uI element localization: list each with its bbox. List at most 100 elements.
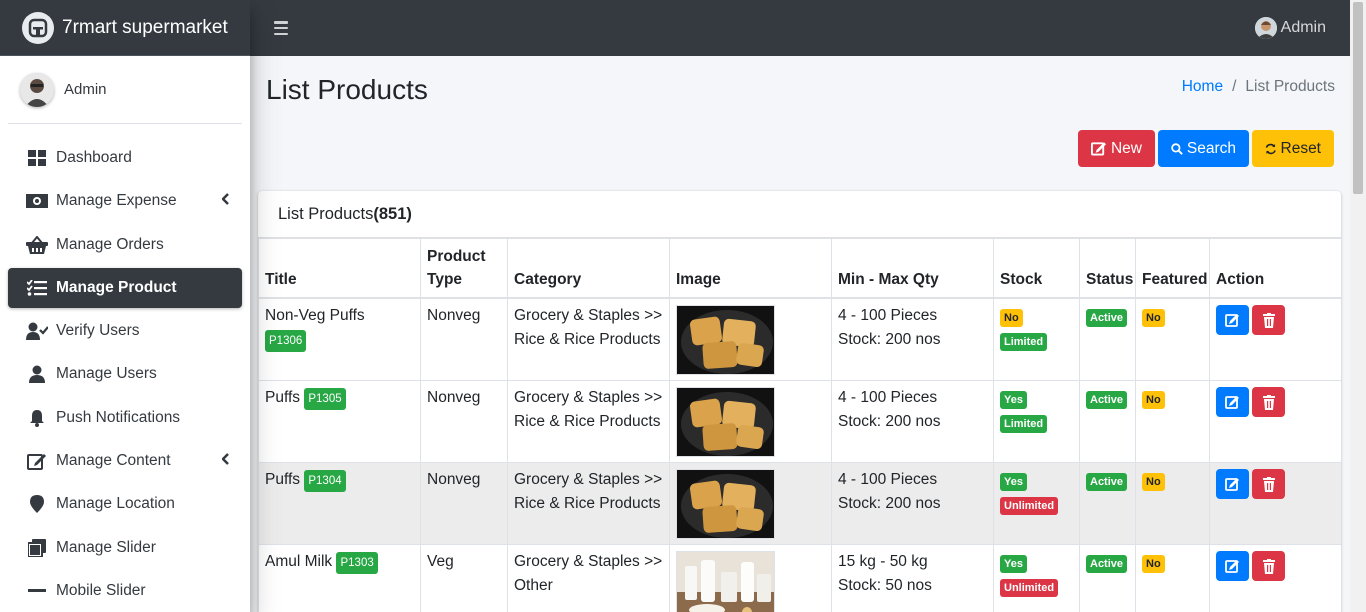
search-button-label: Search — [1186, 139, 1236, 157]
product-image[interactable] — [676, 387, 775, 457]
stock-flag-badge[interactable]: No — [1000, 309, 1023, 327]
reset-button[interactable]: Reset — [1252, 130, 1334, 167]
product-image[interactable] — [676, 469, 775, 539]
column-header[interactable]: Stock — [993, 238, 1080, 299]
sidebar-item-verify-users[interactable]: Verify Users — [8, 311, 242, 351]
category-leaf: Rice & Rice Products — [514, 413, 661, 430]
column-header[interactable]: Min - Max Qty — [831, 238, 994, 299]
image-cell — [669, 380, 832, 463]
basket-icon — [26, 234, 48, 256]
brand[interactable]: 7rmart supermarket — [0, 0, 250, 56]
title-cell: Puffs P1304 — [258, 462, 421, 545]
column-header[interactable]: Status — [1079, 238, 1136, 299]
category-leaf: Rice & Rice Products — [514, 495, 661, 512]
status-badge[interactable]: Active — [1086, 391, 1128, 409]
stock-cell: No Limited — [993, 297, 1080, 381]
search-icon — [1171, 142, 1183, 155]
stock-limit-badge[interactable]: Unlimited — [1000, 497, 1059, 515]
reset-button-label: Reset — [1280, 139, 1322, 157]
qty-cell: 15 kg - 50 kg Stock: 50 nos — [831, 544, 994, 612]
product-image[interactable] — [676, 305, 775, 375]
status-badge[interactable]: Active — [1086, 555, 1128, 573]
search-button[interactable]: Search — [1158, 130, 1249, 167]
status-badge[interactable]: Active — [1086, 473, 1128, 491]
sidebar-item-dashboard[interactable]: Dashboard — [8, 138, 242, 178]
product-title: Puffs — [265, 471, 301, 488]
qty-range: 4 - 100 Pieces — [838, 389, 938, 406]
image-cell — [669, 462, 832, 545]
stock-limit-badge[interactable]: Limited — [1000, 333, 1048, 351]
featured-cell: No — [1135, 297, 1210, 381]
sidebar-item-label: Manage Product — [56, 278, 177, 296]
column-header[interactable]: Title — [258, 238, 421, 299]
featured-badge[interactable]: No — [1142, 391, 1165, 409]
menu-toggle-icon[interactable] — [274, 21, 288, 35]
stock-limit-badge[interactable]: Unlimited — [1000, 579, 1059, 597]
sidebar-item-manage-content[interactable]: Manage Content — [8, 441, 242, 481]
sidebar-item-manage-expense[interactable]: Manage Expense — [8, 181, 242, 221]
edit-button[interactable] — [1216, 387, 1249, 417]
image-cell — [669, 297, 832, 381]
brand-name: 7rmart supermarket — [62, 16, 228, 38]
column-header[interactable]: Featured — [1135, 238, 1210, 299]
category-cell: Grocery & Staples >> Rice & Rice Products — [507, 380, 670, 463]
stock-count: Stock: 200 nos — [838, 413, 941, 430]
trash-icon — [1262, 558, 1275, 574]
edit-button[interactable] — [1216, 305, 1249, 335]
slider-icon — [26, 537, 48, 559]
sidebar-item-push-notifications[interactable]: Push Notifications — [8, 398, 242, 438]
edit-icon — [1225, 560, 1239, 573]
featured-badge[interactable]: No — [1142, 309, 1165, 327]
stock-flag-badge[interactable]: Yes — [1000, 391, 1027, 409]
qty-range: 4 - 100 Pieces — [838, 471, 938, 488]
sidebar-item-manage-product[interactable]: Manage Product — [8, 267, 242, 308]
table-row: Puffs P1304 Nonveg Grocery & Staples >> R… — [258, 462, 1341, 545]
featured-badge[interactable]: No — [1142, 473, 1165, 491]
category-leaf: Rice & Rice Products — [514, 331, 661, 348]
edit-button[interactable] — [1216, 551, 1249, 581]
delete-button[interactable] — [1252, 469, 1285, 499]
top-user-menu[interactable]: Admin — [1254, 17, 1326, 39]
column-header[interactable]: Image — [669, 238, 832, 299]
table-row: Amul Milk P1303 Veg Grocery & Staples >>… — [258, 544, 1341, 612]
products-card: List Products (851) Title Product Type Ca… — [258, 191, 1341, 612]
breadcrumb-home-link[interactable]: Home — [1182, 78, 1223, 96]
status-cell: Active — [1079, 462, 1136, 545]
column-header[interactable]: Action — [1209, 238, 1341, 299]
sidebar-item-manage-users[interactable]: Manage Users — [8, 354, 242, 394]
delete-button[interactable] — [1252, 551, 1285, 581]
stock-flag-badge[interactable]: Yes — [1000, 473, 1027, 491]
product-image[interactable] — [676, 551, 775, 612]
stock-limit-badge[interactable]: Limited — [1000, 415, 1048, 433]
edit-button[interactable] — [1216, 469, 1249, 499]
column-header[interactable]: Category — [507, 238, 670, 299]
status-cell: Active — [1079, 544, 1136, 612]
delete-button[interactable] — [1252, 305, 1285, 335]
page-scrollbar[interactable] — [1350, 0, 1366, 612]
user-check-icon — [26, 320, 48, 342]
sidebar: 7rmart supermarket Admin Dashboard Manag… — [0, 0, 250, 612]
sidebar-item-label: Manage Orders — [56, 235, 164, 253]
chevron-left-icon — [221, 192, 230, 210]
sidebar-item-manage-location[interactable]: Manage Location — [8, 484, 242, 524]
qty-range: 4 - 100 Pieces — [838, 307, 938, 324]
status-cell: Active — [1079, 380, 1136, 463]
card-header: List Products (851) — [258, 191, 1341, 238]
user-panel[interactable]: Admin — [8, 56, 242, 124]
bell-icon — [26, 407, 48, 429]
delete-button[interactable] — [1252, 387, 1285, 417]
status-badge[interactable]: Active — [1086, 309, 1128, 327]
action-cell — [1209, 462, 1341, 545]
stock-flag-badge[interactable]: Yes — [1000, 555, 1027, 573]
new-button[interactable]: New — [1078, 130, 1155, 167]
sidebar-item-manage-slider[interactable]: Manage Slider — [8, 528, 242, 568]
sidebar-item-manage-orders[interactable]: Manage Orders — [8, 225, 242, 265]
card-title: List Products — [278, 204, 374, 223]
featured-badge[interactable]: No — [1142, 555, 1165, 573]
stock-count: Stock: 200 nos — [838, 331, 941, 348]
column-header[interactable]: Product Type — [420, 238, 508, 299]
products-table: Title Product Type Category Image Min - … — [258, 238, 1341, 612]
sidebar-item-mobile-slider[interactable]: Mobile Slider — [8, 571, 242, 611]
scrollbar-thumb[interactable] — [1353, 2, 1363, 194]
sidebar-item-label: Manage Slider — [56, 538, 156, 556]
